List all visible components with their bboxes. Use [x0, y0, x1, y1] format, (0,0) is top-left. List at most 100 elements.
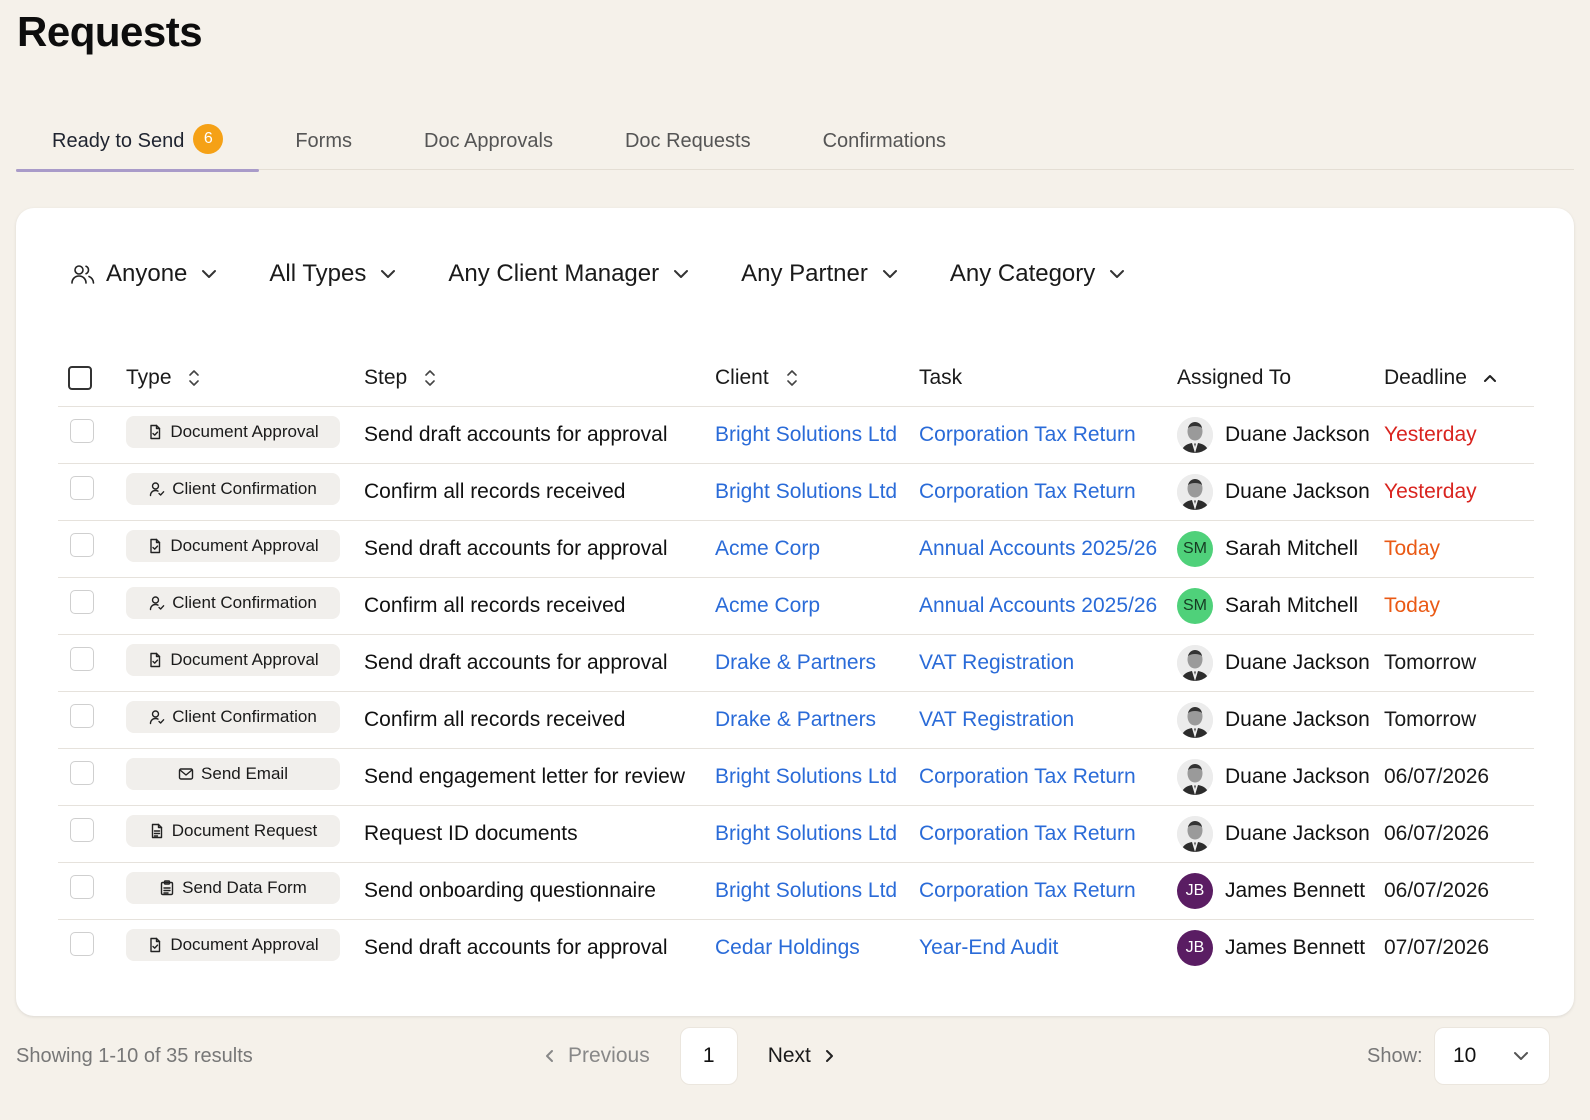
table-row[interactable]: Client Confirmation Confirm all records …: [58, 577, 1534, 635]
results-summary: Showing 1-10 of 35 results: [16, 1045, 253, 1067]
task-link[interactable]: Corporation Tax Return: [919, 879, 1136, 902]
task-link[interactable]: Corporation Tax Return: [919, 822, 1136, 845]
task-link[interactable]: VAT Registration: [919, 651, 1074, 674]
client-link[interactable]: Bright Solutions Ltd: [715, 879, 897, 902]
deadline-cell: 06/07/2026: [1384, 862, 1534, 920]
task-link[interactable]: Year-End Audit: [919, 936, 1058, 959]
client-link[interactable]: Bright Solutions Ltd: [715, 480, 897, 503]
tab-doc-approvals[interactable]: Doc Approvals: [388, 112, 589, 170]
tab-confirmations[interactable]: Confirmations: [787, 112, 982, 170]
step-cell: Send draft accounts for approval: [364, 406, 715, 464]
client-cell: Acme Corp: [715, 577, 919, 635]
filter-label: Anyone: [106, 260, 188, 287]
partner-filter[interactable]: Any Partner: [741, 254, 898, 294]
task-link[interactable]: VAT Registration: [919, 708, 1074, 731]
client-cell: Bright Solutions Ltd: [715, 748, 919, 806]
table-row[interactable]: Send Data Form Send onboarding questionn…: [58, 862, 1534, 920]
deadline-cell: 06/07/2026: [1384, 748, 1534, 806]
step-header[interactable]: Step: [364, 350, 715, 407]
type-label: Document Request: [171, 820, 318, 840]
assignee-cell: JB James Bennett: [1177, 919, 1384, 976]
type-label: Document Approval: [170, 649, 319, 669]
step-cell: Send engagement letter for review: [364, 748, 715, 806]
pagination: Previous 1 Next: [544, 1027, 835, 1085]
client-link[interactable]: Drake & Partners: [715, 651, 876, 674]
task-link[interactable]: Annual Accounts 2025/26: [919, 537, 1157, 560]
select-cell: [58, 520, 126, 578]
anyone-filter[interactable]: Anyone: [70, 254, 217, 294]
client-link[interactable]: Bright Solutions Ltd: [715, 822, 897, 845]
task-link[interactable]: Corporation Tax Return: [919, 765, 1136, 788]
row-checkbox[interactable]: [70, 703, 94, 728]
assignee-name: Sarah Mitchell: [1225, 593, 1359, 617]
client-link[interactable]: Acme Corp: [715, 594, 820, 617]
type-label: Client Confirmation: [172, 478, 317, 498]
tab-label: Ready to Send: [52, 129, 185, 152]
avatar: [1177, 701, 1213, 738]
task-link[interactable]: Corporation Tax Return: [919, 480, 1136, 503]
table-row[interactable]: Document Approval Send draft accounts fo…: [58, 634, 1534, 692]
table-row[interactable]: Document Approval Send draft accounts fo…: [58, 919, 1534, 976]
assignee-name: Duane Jackson: [1225, 650, 1370, 674]
assignee-name: James Bennett: [1225, 935, 1366, 959]
category-filter[interactable]: Any Category: [950, 254, 1125, 294]
row-checkbox[interactable]: [70, 475, 94, 500]
assignee-cell: Duane Jackson: [1177, 691, 1384, 749]
table-row[interactable]: Document Approval Send draft accounts fo…: [58, 406, 1534, 464]
row-checkbox[interactable]: [70, 532, 94, 557]
sort-icon: [786, 370, 797, 387]
row-checkbox[interactable]: [70, 760, 94, 785]
previous-button[interactable]: Previous: [544, 1044, 650, 1068]
client-link[interactable]: Drake & Partners: [715, 708, 876, 731]
sort-icon: [189, 370, 200, 387]
row-checkbox[interactable]: [70, 931, 94, 956]
select-all-checkbox[interactable]: [68, 365, 92, 390]
client-manager-filter[interactable]: Any Client Manager: [448, 254, 689, 294]
user-check-icon: [149, 481, 172, 497]
client-link[interactable]: Cedar Holdings: [715, 936, 860, 959]
chevron-down-icon: [674, 270, 689, 278]
client-link[interactable]: Bright Solutions Ltd: [715, 423, 897, 446]
row-checkbox[interactable]: [70, 589, 94, 614]
table-row[interactable]: Send Email Send engagement letter for re…: [58, 748, 1534, 806]
type-cell: Document Request: [126, 805, 364, 863]
row-checkbox[interactable]: [70, 874, 94, 899]
types-filter[interactable]: All Types: [269, 254, 396, 294]
client-cell: Bright Solutions Ltd: [715, 805, 919, 863]
client-link[interactable]: Bright Solutions Ltd: [715, 765, 897, 788]
type-cell: Document Approval: [126, 406, 364, 464]
row-checkbox[interactable]: [70, 646, 94, 671]
type-header[interactable]: Type: [126, 350, 364, 407]
row-checkbox[interactable]: [70, 817, 94, 842]
deadline-cell: Yesterday: [1384, 463, 1534, 521]
table-row[interactable]: Client Confirmation Confirm all records …: [58, 463, 1534, 521]
deadline-header[interactable]: Deadline: [1384, 350, 1534, 407]
tab-forms[interactable]: Forms: [259, 112, 388, 170]
type-label: Client Confirmation: [172, 592, 317, 612]
chevron-down-icon: [882, 270, 897, 278]
client-header[interactable]: Client: [715, 350, 919, 407]
assignee-name: Duane Jackson: [1225, 707, 1370, 731]
assignee-name: Duane Jackson: [1225, 479, 1370, 503]
next-button[interactable]: Next: [768, 1044, 835, 1068]
tab-doc-requests[interactable]: Doc Requests: [589, 112, 787, 170]
requests-page: Requests Ready to Send 6 Forms Doc Appro…: [0, 0, 1590, 1120]
row-checkbox[interactable]: [70, 418, 94, 443]
type-pill: Document Request: [126, 814, 340, 847]
table-header-row: Type Step Client Task Assigned To Deadli…: [58, 350, 1534, 407]
table-row[interactable]: Document Approval Send draft accounts fo…: [58, 520, 1534, 578]
table-row[interactable]: Client Confirmation Confirm all records …: [58, 691, 1534, 749]
task-link[interactable]: Corporation Tax Return: [919, 423, 1136, 446]
task-link[interactable]: Annual Accounts 2025/26: [919, 594, 1157, 617]
deadline-cell: Today: [1384, 577, 1534, 635]
type-cell: Client Confirmation: [126, 691, 364, 749]
tab-ready-to-send[interactable]: Ready to Send 6: [16, 112, 260, 172]
type-label: Client Confirmation: [172, 706, 317, 726]
type-pill: Send Data Form: [126, 871, 340, 904]
document-check-icon: [147, 652, 170, 668]
client-link[interactable]: Acme Corp: [715, 537, 820, 560]
page-size-select[interactable]: 10: [1434, 1027, 1550, 1085]
table-row[interactable]: Document Request Request ID documents Br…: [58, 805, 1534, 863]
task-cell: Corporation Tax Return: [919, 805, 1177, 863]
page-1-button[interactable]: 1: [679, 1027, 738, 1085]
